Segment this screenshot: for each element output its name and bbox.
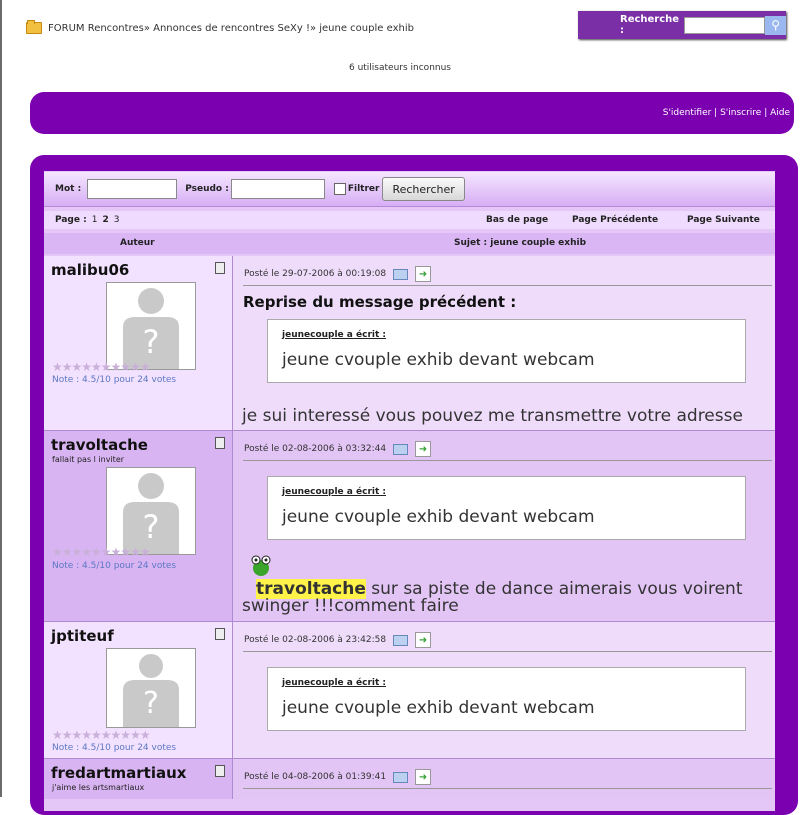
message-icon[interactable] xyxy=(393,443,409,455)
author-name[interactable]: fredartmartiaux xyxy=(51,764,186,782)
rechercher-button[interactable]: Rechercher xyxy=(382,177,465,201)
breadcrumb: FORUM Rencontres» Annonces de rencontres… xyxy=(26,20,414,34)
meta-separator xyxy=(243,651,772,652)
author-name[interactable]: jptiteuf xyxy=(51,627,114,645)
next-page-link[interactable]: Page Suivante xyxy=(687,215,760,225)
post-meta: Posté le 29-07-2006 à 00:19:08 ➜ xyxy=(244,266,432,282)
profile-icon[interactable] xyxy=(215,765,225,777)
page-label: Page : xyxy=(55,215,87,225)
rating-stars[interactable]: ★★★★★★★★★★ xyxy=(52,545,151,559)
filtrer-checkbox[interactable] xyxy=(333,183,346,195)
top-band: S'identifier | S'inscrire | Aide xyxy=(30,92,794,134)
author-cell: fredartmartiaux j'aime les artsmartiaux xyxy=(44,759,233,799)
pagination-bar: Page : 1 2 3 Bas de page Page Précédente… xyxy=(44,211,775,229)
post-body-line2: swinger !!!comment faire xyxy=(242,596,459,616)
page-2-link[interactable]: 2 xyxy=(102,215,108,225)
author-subtitle: fallait pas l inviter xyxy=(52,455,125,464)
rating-note: Note : 4.5/10 pour 24 votes xyxy=(52,375,177,385)
avatar: ? xyxy=(106,467,196,555)
quote-box: jeunecouple a écrit : jeune cvouple exhi… xyxy=(267,667,746,731)
svg-text:?: ? xyxy=(143,323,160,361)
online-users: 6 utilisateurs inconnus xyxy=(348,63,451,73)
prev-page-link[interactable]: Page Précédente xyxy=(572,215,658,225)
avatar: ? xyxy=(106,648,196,728)
filter-bar: Mot : Pseudo : Filtrer Rechercher xyxy=(44,172,775,207)
quote-author[interactable]: jeunecouple a écrit : xyxy=(282,487,386,497)
avatar: ? xyxy=(106,282,196,370)
quote-author[interactable]: jeunecouple a écrit : xyxy=(282,678,386,688)
quote-box: jeunecouple a écrit : jeune cvouple exhi… xyxy=(267,476,746,540)
rating-note: Note : 4.5/10 pour 24 votes xyxy=(52,561,177,571)
search-input[interactable] xyxy=(684,16,766,34)
reply-arrow-icon[interactable]: ➜ xyxy=(415,266,432,282)
post-date: Posté le 04-08-2006 à 01:39:41 xyxy=(244,772,387,782)
window-left-edge xyxy=(0,0,2,797)
filtrer-label: Filtrer xyxy=(347,184,380,194)
frog-smiley-icon xyxy=(251,555,271,576)
breadcrumb-text[interactable]: FORUM Rencontres» Annonces de rencontres… xyxy=(48,23,414,34)
meta-separator xyxy=(243,788,772,789)
pseudo-label: Pseudo : xyxy=(185,184,229,194)
quote-text: jeune cvouple exhib devant webcam xyxy=(282,507,595,527)
author-name[interactable]: malibu06 xyxy=(51,261,129,279)
mot-input[interactable] xyxy=(87,179,178,199)
folder-icon xyxy=(26,20,42,34)
reply-arrow-icon[interactable]: ➜ xyxy=(415,441,432,457)
post-body: travoltache sur sa piste de dance aimera… xyxy=(242,579,743,616)
svg-text:?: ? xyxy=(143,686,159,721)
page-3-link[interactable]: 3 xyxy=(114,215,120,225)
rating-stars[interactable]: ★★★★★★★★★★ xyxy=(52,728,151,742)
reply-arrow-icon[interactable]: ➜ xyxy=(415,769,432,785)
quote-text: jeune cvouple exhib devant webcam xyxy=(282,350,595,370)
reply-arrow-icon[interactable]: ➜ xyxy=(415,632,432,648)
post-meta: Posté le 02-08-2006 à 23:42:58 ➜ xyxy=(244,632,432,648)
quote-author[interactable]: jeunecouple a écrit : xyxy=(282,330,386,340)
author-column-header: Auteur xyxy=(120,238,155,248)
post-meta: Posté le 02-08-2006 à 03:32:44 ➜ xyxy=(244,441,432,457)
message-icon[interactable] xyxy=(393,634,409,646)
post-meta: Posté le 04-08-2006 à 01:39:41 ➜ xyxy=(244,769,432,785)
subject-column-header: Sujet : jeune couple exhib xyxy=(454,238,587,248)
auth-links[interactable]: S'identifier | S'inscrire | Aide xyxy=(663,108,790,118)
meta-separator xyxy=(243,460,772,461)
mot-label: Mot : xyxy=(55,184,82,194)
quote-text: jeune cvouple exhib devant webcam xyxy=(282,698,595,718)
rating-stars[interactable]: ★★★★★★★★★★ xyxy=(52,360,151,374)
quote-box: jeunecouple a écrit : jeune cvouple exhi… xyxy=(267,319,746,383)
message-icon[interactable] xyxy=(393,771,409,783)
bottom-link[interactable]: Bas de page xyxy=(486,215,548,225)
author-subtitle: j'aime les artsmartiaux xyxy=(52,783,145,792)
post-row: travoltache fallait pas l inviter ? ★★★★… xyxy=(44,431,775,622)
post-heading: Reprise du message précédent : xyxy=(243,293,517,311)
post-row: fredartmartiaux j'aime les artsmartiaux … xyxy=(44,759,775,799)
profile-icon[interactable] xyxy=(215,628,225,640)
table-header: Auteur Sujet : jeune couple exhib xyxy=(44,233,775,254)
post-date: Posté le 29-07-2006 à 00:19:08 xyxy=(244,269,387,279)
author-cell: jptiteuf ? ★★★★★★★★★★ Note : 4.5/10 pour… xyxy=(44,622,233,758)
pseudo-input[interactable] xyxy=(230,179,325,199)
profile-icon[interactable] xyxy=(215,437,225,449)
author-name[interactable]: travoltache xyxy=(51,436,148,454)
rating-note: Note : 4.5/10 pour 24 votes xyxy=(52,743,177,753)
svg-text:?: ? xyxy=(143,508,160,546)
post-row: malibu06 ? ★★★★★★★★★★ Note : 4.5/10 pour… xyxy=(44,256,775,446)
profile-icon[interactable] xyxy=(215,262,225,274)
message-icon[interactable] xyxy=(393,268,409,280)
meta-separator xyxy=(243,285,772,286)
search-icon[interactable]: ⚲ xyxy=(765,15,786,35)
search-label: Recherche : xyxy=(620,14,680,36)
post-row: jptiteuf ? ★★★★★★★★★★ Note : 4.5/10 pour… xyxy=(44,622,775,759)
search-box: Recherche : ⚲ xyxy=(578,11,786,39)
post-date: Posté le 02-08-2006 à 23:42:58 xyxy=(244,635,387,645)
post-date: Posté le 02-08-2006 à 03:32:44 xyxy=(244,444,387,454)
author-cell: travoltache fallait pas l inviter ? ★★★★… xyxy=(44,431,233,621)
author-cell: malibu06 ? ★★★★★★★★★★ Note : 4.5/10 pour… xyxy=(44,256,233,430)
page-1-link[interactable]: 1 xyxy=(92,215,98,225)
